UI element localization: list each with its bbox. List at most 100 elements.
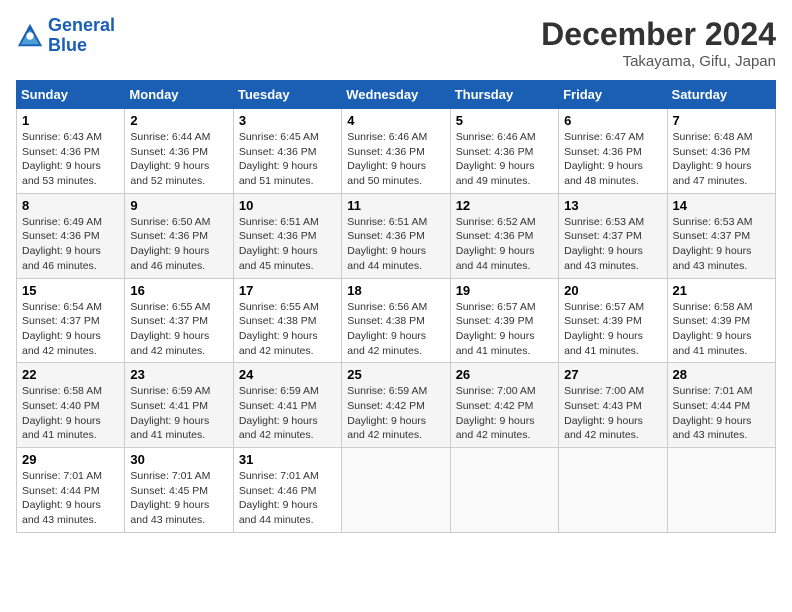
calendar-day-cell [667, 448, 775, 533]
day-number: 22 [22, 367, 119, 382]
day-info: Sunrise: 6:48 AM Sunset: 4:36 PM Dayligh… [673, 130, 770, 189]
day-info: Sunrise: 7:00 AM Sunset: 4:43 PM Dayligh… [564, 384, 661, 443]
calendar-day-cell: 16 Sunrise: 6:55 AM Sunset: 4:37 PM Dayl… [125, 278, 233, 363]
day-number: 8 [22, 198, 119, 213]
day-number: 2 [130, 113, 227, 128]
day-info: Sunrise: 6:55 AM Sunset: 4:38 PM Dayligh… [239, 300, 336, 359]
location-title: Takayama, Gifu, Japan [541, 53, 776, 70]
day-number: 21 [673, 283, 770, 298]
day-number: 27 [564, 367, 661, 382]
weekday-header: Thursday [450, 81, 558, 109]
day-number: 28 [673, 367, 770, 382]
calendar-day-cell: 11 Sunrise: 6:51 AM Sunset: 4:36 PM Dayl… [342, 193, 450, 278]
calendar-table: SundayMondayTuesdayWednesdayThursdayFrid… [16, 80, 776, 533]
day-info: Sunrise: 6:51 AM Sunset: 4:36 PM Dayligh… [347, 215, 444, 274]
weekday-header: Saturday [667, 81, 775, 109]
day-number: 18 [347, 283, 444, 298]
calendar-day-cell: 30 Sunrise: 7:01 AM Sunset: 4:45 PM Dayl… [125, 448, 233, 533]
weekday-header: Tuesday [233, 81, 341, 109]
calendar-day-cell: 28 Sunrise: 7:01 AM Sunset: 4:44 PM Dayl… [667, 363, 775, 448]
day-info: Sunrise: 7:01 AM Sunset: 4:44 PM Dayligh… [22, 469, 119, 528]
day-info: Sunrise: 6:58 AM Sunset: 4:39 PM Dayligh… [673, 300, 770, 359]
day-number: 6 [564, 113, 661, 128]
weekday-header: Friday [559, 81, 667, 109]
calendar-day-cell: 24 Sunrise: 6:59 AM Sunset: 4:41 PM Dayl… [233, 363, 341, 448]
day-info: Sunrise: 6:59 AM Sunset: 4:41 PM Dayligh… [239, 384, 336, 443]
day-info: Sunrise: 6:50 AM Sunset: 4:36 PM Dayligh… [130, 215, 227, 274]
day-info: Sunrise: 6:46 AM Sunset: 4:36 PM Dayligh… [347, 130, 444, 189]
calendar-week-row: 29 Sunrise: 7:01 AM Sunset: 4:44 PM Dayl… [17, 448, 776, 533]
calendar-day-cell: 29 Sunrise: 7:01 AM Sunset: 4:44 PM Dayl… [17, 448, 125, 533]
day-info: Sunrise: 7:01 AM Sunset: 4:44 PM Dayligh… [673, 384, 770, 443]
day-info: Sunrise: 6:44 AM Sunset: 4:36 PM Dayligh… [130, 130, 227, 189]
calendar-day-cell: 22 Sunrise: 6:58 AM Sunset: 4:40 PM Dayl… [17, 363, 125, 448]
calendar-week-row: 22 Sunrise: 6:58 AM Sunset: 4:40 PM Dayl… [17, 363, 776, 448]
day-number: 25 [347, 367, 444, 382]
day-info: Sunrise: 7:01 AM Sunset: 4:45 PM Dayligh… [130, 469, 227, 528]
calendar-day-cell: 7 Sunrise: 6:48 AM Sunset: 4:36 PM Dayli… [667, 109, 775, 194]
day-info: Sunrise: 6:54 AM Sunset: 4:37 PM Dayligh… [22, 300, 119, 359]
calendar-week-row: 1 Sunrise: 6:43 AM Sunset: 4:36 PM Dayli… [17, 109, 776, 194]
calendar-day-cell: 23 Sunrise: 6:59 AM Sunset: 4:41 PM Dayl… [125, 363, 233, 448]
day-info: Sunrise: 6:52 AM Sunset: 4:36 PM Dayligh… [456, 215, 553, 274]
calendar-day-cell: 12 Sunrise: 6:52 AM Sunset: 4:36 PM Dayl… [450, 193, 558, 278]
day-number: 31 [239, 452, 336, 467]
calendar-day-cell: 21 Sunrise: 6:58 AM Sunset: 4:39 PM Dayl… [667, 278, 775, 363]
day-number: 26 [456, 367, 553, 382]
day-info: Sunrise: 6:57 AM Sunset: 4:39 PM Dayligh… [564, 300, 661, 359]
calendar-day-cell: 4 Sunrise: 6:46 AM Sunset: 4:36 PM Dayli… [342, 109, 450, 194]
day-number: 24 [239, 367, 336, 382]
day-info: Sunrise: 6:45 AM Sunset: 4:36 PM Dayligh… [239, 130, 336, 189]
logo-text: General Blue [48, 16, 115, 56]
calendar-day-cell: 6 Sunrise: 6:47 AM Sunset: 4:36 PM Dayli… [559, 109, 667, 194]
calendar-day-cell: 26 Sunrise: 7:00 AM Sunset: 4:42 PM Dayl… [450, 363, 558, 448]
calendar-day-cell: 20 Sunrise: 6:57 AM Sunset: 4:39 PM Dayl… [559, 278, 667, 363]
day-number: 19 [456, 283, 553, 298]
weekday-header: Monday [125, 81, 233, 109]
day-number: 30 [130, 452, 227, 467]
day-info: Sunrise: 6:49 AM Sunset: 4:36 PM Dayligh… [22, 215, 119, 274]
calendar-day-cell: 13 Sunrise: 6:53 AM Sunset: 4:37 PM Dayl… [559, 193, 667, 278]
calendar-day-cell: 14 Sunrise: 6:53 AM Sunset: 4:37 PM Dayl… [667, 193, 775, 278]
calendar-day-cell [559, 448, 667, 533]
day-info: Sunrise: 6:43 AM Sunset: 4:36 PM Dayligh… [22, 130, 119, 189]
calendar-day-cell: 3 Sunrise: 6:45 AM Sunset: 4:36 PM Dayli… [233, 109, 341, 194]
calendar-week-row: 8 Sunrise: 6:49 AM Sunset: 4:36 PM Dayli… [17, 193, 776, 278]
day-number: 17 [239, 283, 336, 298]
calendar-day-cell: 18 Sunrise: 6:56 AM Sunset: 4:38 PM Dayl… [342, 278, 450, 363]
day-info: Sunrise: 6:57 AM Sunset: 4:39 PM Dayligh… [456, 300, 553, 359]
weekday-header: Wednesday [342, 81, 450, 109]
day-number: 10 [239, 198, 336, 213]
title-block: December 2024 Takayama, Gifu, Japan [541, 16, 776, 70]
day-info: Sunrise: 6:59 AM Sunset: 4:41 PM Dayligh… [130, 384, 227, 443]
day-number: 16 [130, 283, 227, 298]
calendar-day-cell: 1 Sunrise: 6:43 AM Sunset: 4:36 PM Dayli… [17, 109, 125, 194]
calendar-day-cell: 2 Sunrise: 6:44 AM Sunset: 4:36 PM Dayli… [125, 109, 233, 194]
day-number: 7 [673, 113, 770, 128]
calendar-day-cell [342, 448, 450, 533]
calendar-week-row: 15 Sunrise: 6:54 AM Sunset: 4:37 PM Dayl… [17, 278, 776, 363]
calendar-day-cell: 9 Sunrise: 6:50 AM Sunset: 4:36 PM Dayli… [125, 193, 233, 278]
day-number: 29 [22, 452, 119, 467]
day-info: Sunrise: 7:01 AM Sunset: 4:46 PM Dayligh… [239, 469, 336, 528]
day-info: Sunrise: 6:53 AM Sunset: 4:37 PM Dayligh… [564, 215, 661, 274]
day-number: 12 [456, 198, 553, 213]
day-number: 13 [564, 198, 661, 213]
day-info: Sunrise: 6:53 AM Sunset: 4:37 PM Dayligh… [673, 215, 770, 274]
calendar-day-cell: 25 Sunrise: 6:59 AM Sunset: 4:42 PM Dayl… [342, 363, 450, 448]
calendar-day-cell: 10 Sunrise: 6:51 AM Sunset: 4:36 PM Dayl… [233, 193, 341, 278]
day-info: Sunrise: 6:58 AM Sunset: 4:40 PM Dayligh… [22, 384, 119, 443]
weekday-header: Sunday [17, 81, 125, 109]
calendar-day-cell: 15 Sunrise: 6:54 AM Sunset: 4:37 PM Dayl… [17, 278, 125, 363]
day-number: 23 [130, 367, 227, 382]
day-number: 1 [22, 113, 119, 128]
calendar-day-cell: 17 Sunrise: 6:55 AM Sunset: 4:38 PM Dayl… [233, 278, 341, 363]
day-number: 11 [347, 198, 444, 213]
month-title: December 2024 [541, 16, 776, 53]
logo: General Blue [16, 16, 115, 56]
calendar-day-cell: 27 Sunrise: 7:00 AM Sunset: 4:43 PM Dayl… [559, 363, 667, 448]
calendar-header-row: SundayMondayTuesdayWednesdayThursdayFrid… [17, 81, 776, 109]
calendar-day-cell: 31 Sunrise: 7:01 AM Sunset: 4:46 PM Dayl… [233, 448, 341, 533]
day-info: Sunrise: 6:51 AM Sunset: 4:36 PM Dayligh… [239, 215, 336, 274]
calendar-day-cell: 8 Sunrise: 6:49 AM Sunset: 4:36 PM Dayli… [17, 193, 125, 278]
